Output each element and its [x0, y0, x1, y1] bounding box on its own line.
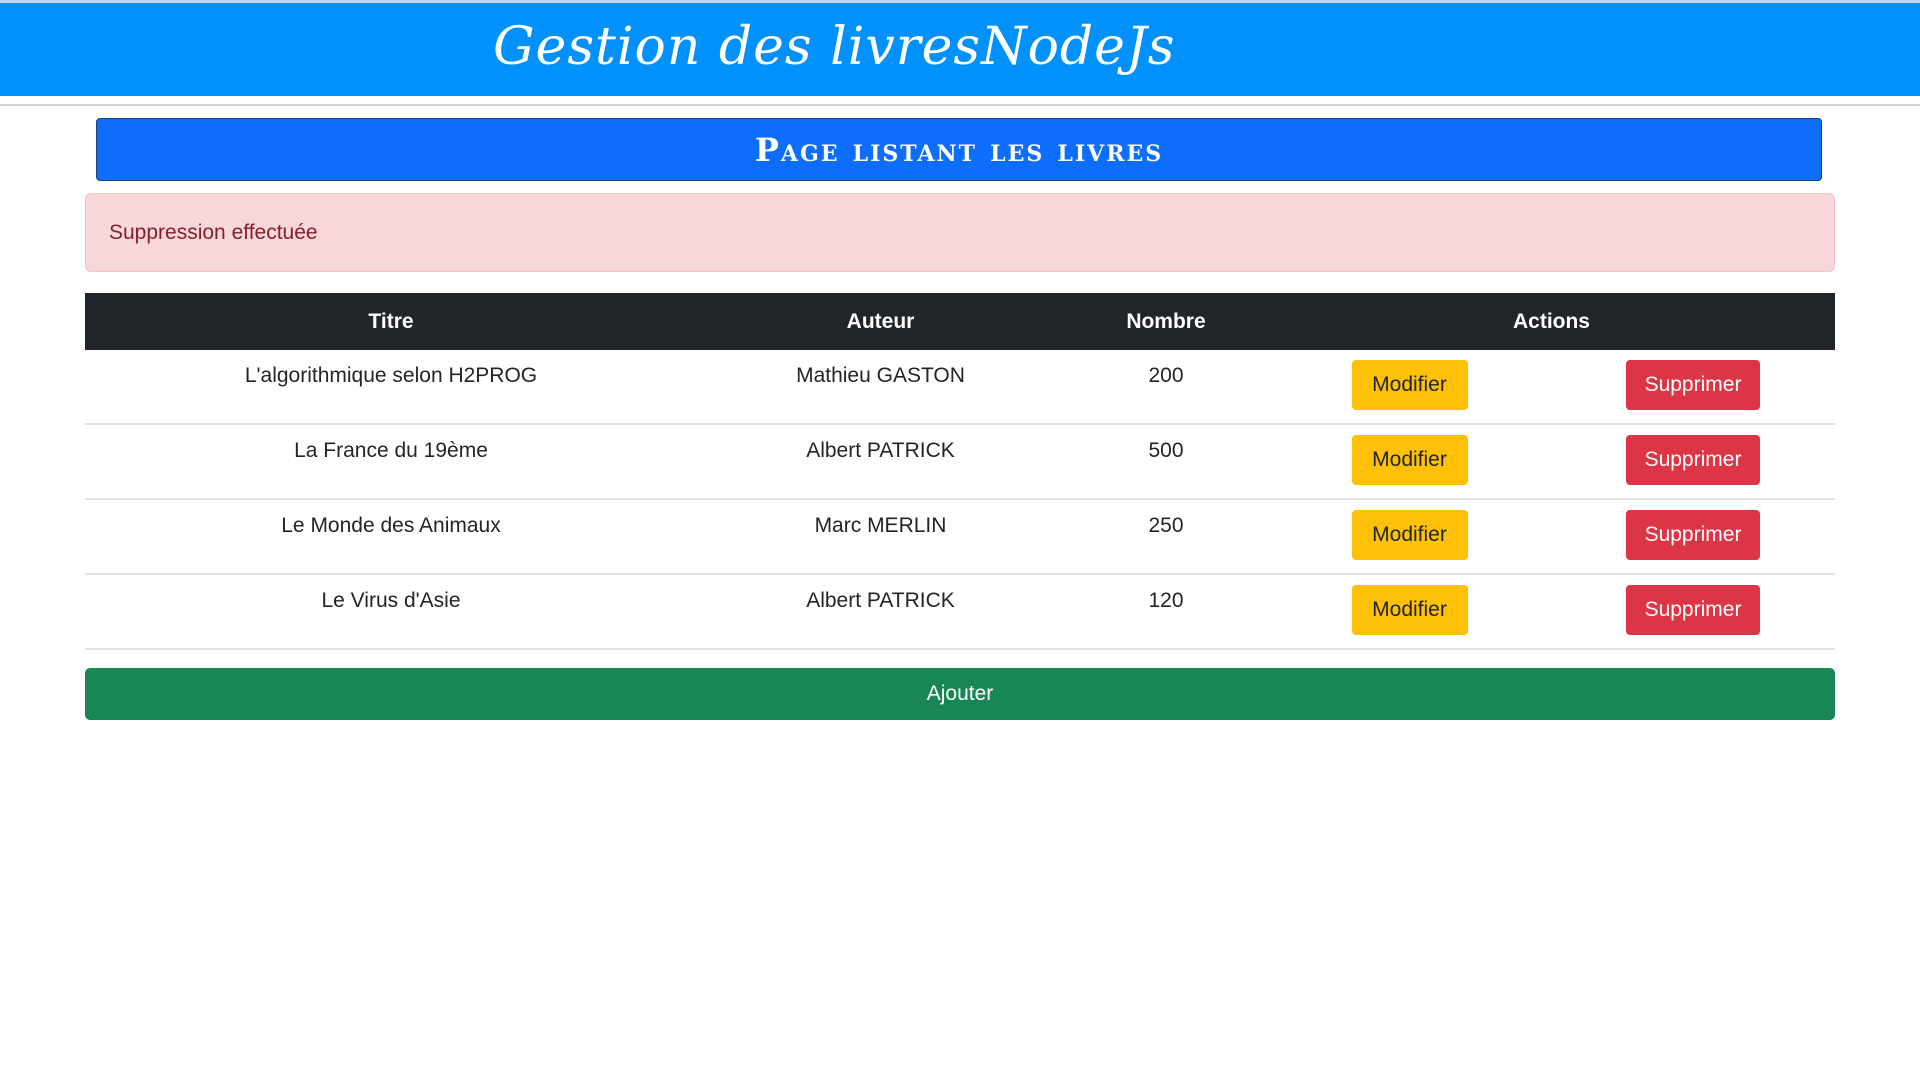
book-author: Albert PATRICK — [806, 589, 955, 612]
table-header: Titre Auteur Nombre Actions — [85, 293, 1835, 350]
modifier-button[interactable]: Modifier — [1351, 435, 1468, 485]
cell-nombre: 500 — [1064, 424, 1268, 500]
table-row: La France du 19ème Albert PATRICK 500 Mo… — [85, 424, 1835, 500]
cell-nombre: 250 — [1064, 499, 1268, 575]
table-row: Le Virus d'Asie Albert PATRICK 120 Modif… — [85, 574, 1835, 650]
table-header-row: Titre Auteur Nombre Actions — [85, 293, 1835, 350]
column-header-nombre: Nombre — [1064, 293, 1268, 350]
table-body: L'algorithmique selon H2PROG Mathieu GAS… — [85, 350, 1835, 650]
supprimer-button[interactable]: Supprimer — [1626, 510, 1760, 560]
column-header-titre: Titre — [85, 293, 697, 350]
cell-supprimer: Supprimer — [1551, 424, 1835, 500]
cell-nombre: 120 — [1064, 574, 1268, 650]
supprimer-button[interactable]: Supprimer — [1626, 435, 1760, 485]
book-count: 500 — [1148, 439, 1184, 462]
cell-auteur: Marc MERLIN — [697, 499, 1064, 575]
book-author: Marc MERLIN — [814, 514, 947, 537]
book-count: 250 — [1148, 514, 1184, 537]
book-title: La France du 19ème — [294, 439, 488, 462]
book-title: L'algorithmique selon H2PROG — [244, 364, 538, 387]
column-header-auteur: Auteur — [697, 293, 1064, 350]
modifier-button[interactable]: Modifier — [1351, 360, 1468, 410]
book-count: 200 — [1148, 364, 1184, 387]
cell-auteur: Albert PATRICK — [697, 574, 1064, 650]
cell-titre: La France du 19ème — [85, 424, 697, 500]
cell-modifier: Modifier — [1268, 574, 1551, 650]
cell-titre: L'algorithmique selon H2PROG — [85, 350, 697, 425]
cell-auteur: Mathieu GASTON — [697, 350, 1064, 425]
cell-nombre: 200 — [1064, 350, 1268, 425]
cell-titre: Le Monde des Animaux — [85, 499, 697, 575]
book-author: Albert PATRICK — [806, 439, 955, 462]
banner-divider — [0, 104, 1920, 106]
book-author: Mathieu GASTON — [796, 364, 965, 387]
table-row: L'algorithmique selon H2PROG Mathieu GAS… — [85, 350, 1835, 425]
book-title: Le Monde des Animaux — [281, 514, 501, 537]
cell-supprimer: Supprimer — [1551, 350, 1835, 425]
ajouter-button[interactable]: Ajouter — [85, 668, 1835, 720]
site-banner: Gestion des livresNodeJs — [0, 3, 1920, 96]
cell-modifier: Modifier — [1268, 424, 1551, 500]
page-heading: Page listant les livres — [96, 118, 1822, 181]
column-header-actions: Actions — [1268, 293, 1835, 350]
alert-message: Suppression effectuée — [85, 193, 1835, 272]
cell-titre: Le Virus d'Asie — [85, 574, 697, 650]
cell-auteur: Albert PATRICK — [697, 424, 1064, 500]
books-table: Titre Auteur Nombre Actions L'algorithmi… — [85, 293, 1835, 650]
site-title: Gestion des livresNodeJs — [493, 17, 1176, 77]
book-title: Le Virus d'Asie — [321, 589, 461, 612]
cell-modifier: Modifier — [1268, 350, 1551, 425]
table-row: Le Monde des Animaux Marc MERLIN 250 Mod… — [85, 499, 1835, 575]
book-count: 120 — [1148, 589, 1184, 612]
cell-modifier: Modifier — [1268, 499, 1551, 575]
supprimer-button[interactable]: Supprimer — [1626, 585, 1760, 635]
modifier-button[interactable]: Modifier — [1351, 510, 1468, 560]
supprimer-button[interactable]: Supprimer — [1626, 360, 1760, 410]
cell-supprimer: Supprimer — [1551, 499, 1835, 575]
cell-supprimer: Supprimer — [1551, 574, 1835, 650]
modifier-button[interactable]: Modifier — [1351, 585, 1468, 635]
